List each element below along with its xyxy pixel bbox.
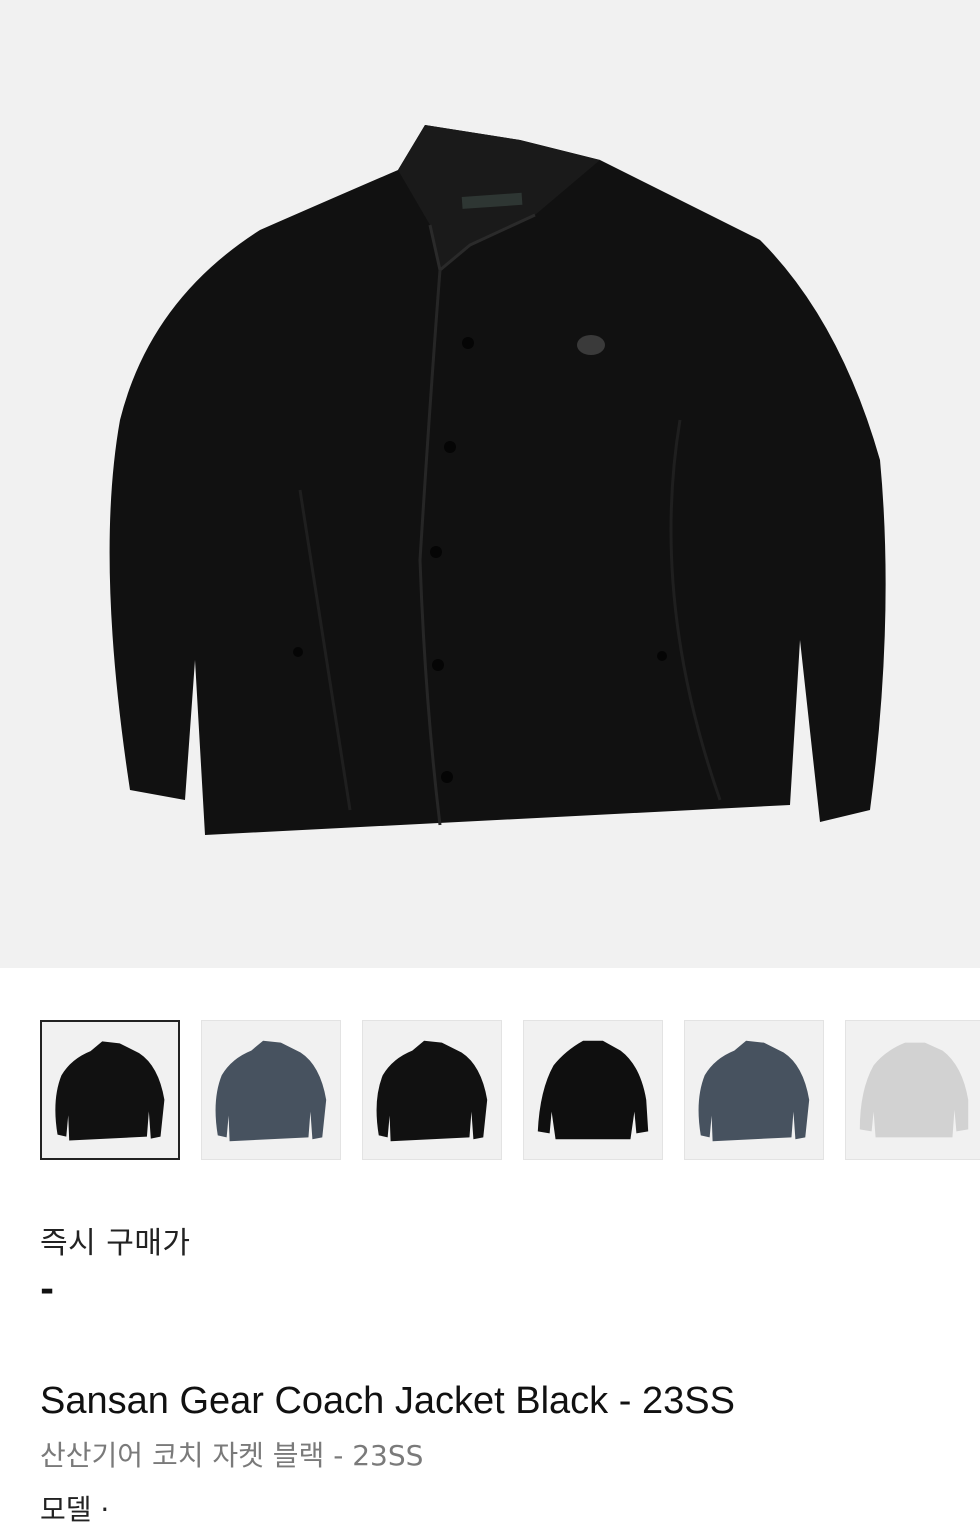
thumbnail-6[interactable] [845,1020,980,1160]
thumbnail-5[interactable] [684,1020,824,1160]
thumbnail-4[interactable] [523,1020,663,1160]
jacket-thumbnail-icon [215,1040,327,1142]
thumbnail-3[interactable] [362,1020,502,1160]
product-subtitle-korean: 산산기어 코치 자켓 블랙 - 23SS [40,1439,424,1472]
jacket-image [109,125,886,835]
jacket-thumbnail-icon [537,1040,649,1140]
cut-off-text: 모델 · [40,1493,110,1526]
thumbnail-1[interactable] [40,1020,180,1160]
thumbnail-2[interactable] [201,1020,341,1160]
product-main-image[interactable] [0,0,980,968]
jacket-thumbnail-icon [376,1040,488,1142]
jacket-thumbnail-icon [859,1042,969,1138]
instant-buy-price-value: - [40,1270,55,1310]
instant-buy-price-label: 즉시 구매가 [40,1226,191,1261]
product-title: Sansan Gear Coach Jacket Black - 23SS [40,1380,735,1422]
jacket-thumbnail-icon [698,1040,810,1142]
thumbnail-strip [40,1020,980,1160]
jacket-thumbnail-icon [55,1041,165,1141]
